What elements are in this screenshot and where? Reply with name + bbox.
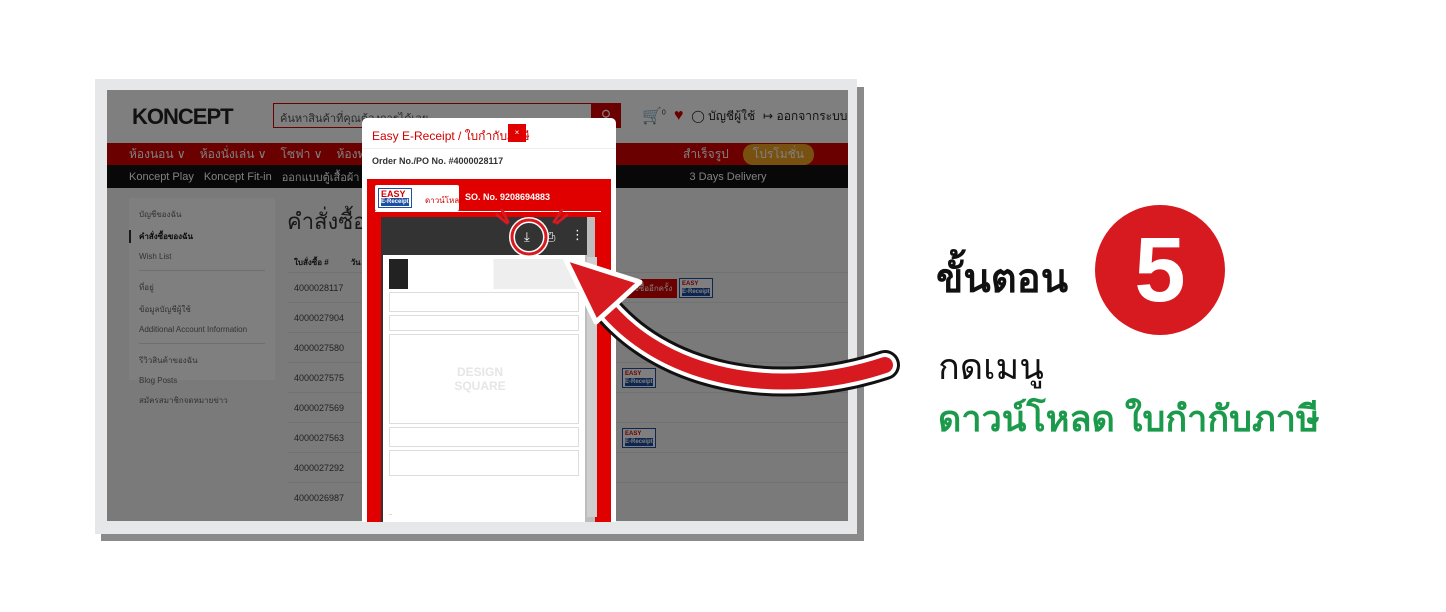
curved-arrow — [562, 255, 900, 397]
instruction-line-1: กดเมนู — [938, 346, 1044, 387]
step-number-badge: 5 — [1095, 205, 1225, 335]
instruction-line-2: ดาวน์โหลด ใบกำกับภาษี — [938, 398, 1320, 439]
annotation-layer — [495, 208, 900, 397]
step-label: ขั้นตอน — [936, 257, 1069, 301]
highlight-circle — [495, 208, 569, 257]
